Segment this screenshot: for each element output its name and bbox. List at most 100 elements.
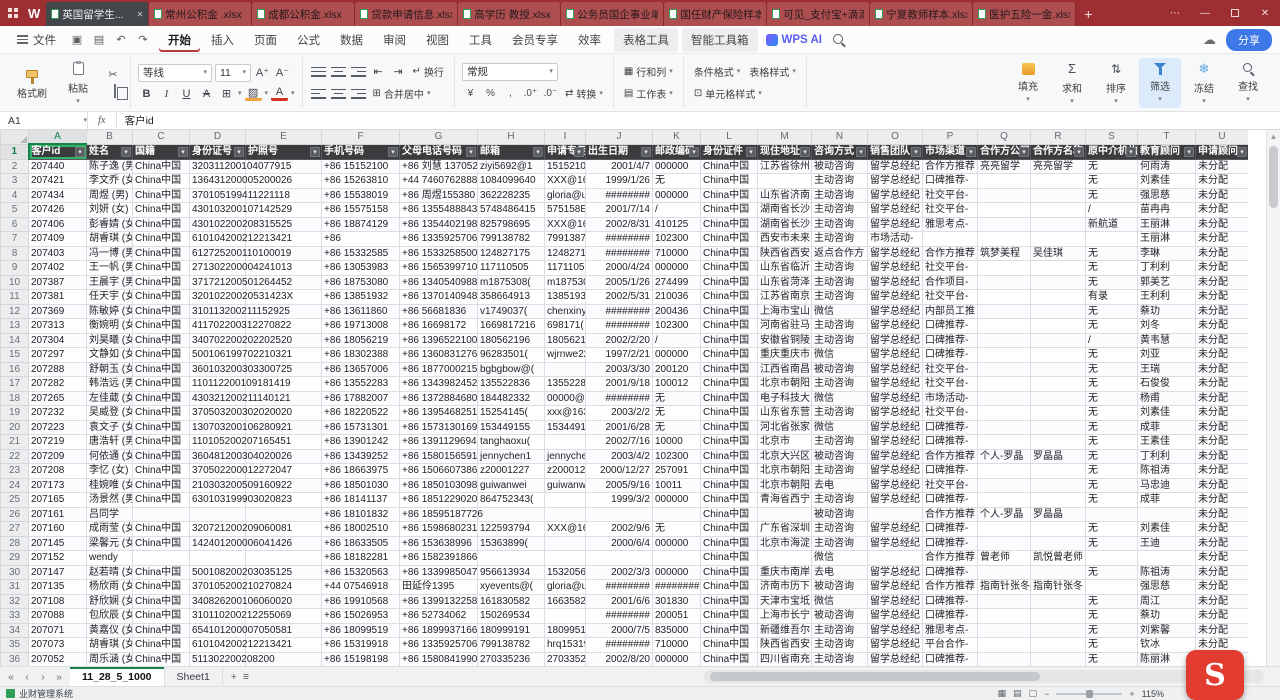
cell-F35[interactable]: +86 15319918: [322, 638, 400, 653]
cell-U8[interactable]: 未分配: [1196, 246, 1249, 261]
cell-H16[interactable]: bgbgbow@(: [478, 362, 545, 377]
cell-F27[interactable]: +86 18002510: [322, 522, 400, 537]
scroll-up-icon[interactable]: ▲: [1267, 130, 1280, 144]
cell-A15[interactable]: 207297: [29, 348, 87, 363]
cell-H28[interactable]: 15363899(: [478, 536, 545, 551]
cell-A12[interactable]: 207369: [29, 304, 87, 319]
cell-F4[interactable]: +86 15538019: [322, 188, 400, 203]
sheet-tab-Sheet1[interactable]: Sheet1: [165, 667, 223, 686]
cell-B20[interactable]: 袁文子 (女: [87, 420, 133, 435]
cell-G26[interactable]: +86 18595187726: [400, 507, 478, 522]
cell-N20[interactable]: 微信: [812, 420, 868, 435]
cell-F16[interactable]: +86 13657006: [322, 362, 400, 377]
cell-O21[interactable]: 留学总经纪: [868, 435, 923, 450]
cell-J33[interactable]: ########: [586, 609, 653, 624]
cell-R17[interactable]: [1031, 377, 1086, 392]
cell-H23[interactable]: z20001227: [478, 464, 545, 479]
cell-G3[interactable]: +44 7460762888: [400, 174, 478, 189]
cell-M28[interactable]: 北京市海淀: [758, 536, 812, 551]
cell-T30[interactable]: 陈祖涛: [1138, 565, 1196, 580]
cell-S6[interactable]: 新航道: [1086, 217, 1138, 232]
cell-T8[interactable]: 李琳: [1138, 246, 1196, 261]
header-cell-U1[interactable]: 申请顾问▾: [1196, 144, 1249, 159]
cell-N8[interactable]: 返点合作方: [812, 246, 868, 261]
cell-F22[interactable]: +86 13439252: [322, 449, 400, 464]
cell-P16[interactable]: 社交平台-: [923, 362, 978, 377]
cell-B2[interactable]: 陈子逸 (男: [87, 159, 133, 174]
cell-D29[interactable]: [190, 551, 246, 566]
cell-P18[interactable]: 市场活动-: [923, 391, 978, 406]
cell-H14[interactable]: 180562196: [478, 333, 545, 348]
cell-R28[interactable]: [1031, 536, 1086, 551]
filter-dropdown-icon[interactable]: ▾: [75, 147, 85, 157]
cell-G4[interactable]: +86 周煜155380: [400, 188, 478, 203]
file-tab[interactable]: 国任财产保险样本...: [664, 2, 767, 26]
filter-dropdown-icon[interactable]: ▾: [1074, 147, 1084, 157]
cell-R2[interactable]: 亮亮留学: [1031, 159, 1086, 174]
cell-M36[interactable]: 四川省南充: [758, 652, 812, 666]
cell-H20[interactable]: 153449155: [478, 420, 545, 435]
cell-F18[interactable]: +86 17882007: [322, 391, 400, 406]
cell-A7[interactable]: 207409: [29, 232, 87, 247]
cell-N6[interactable]: 主动咨询: [812, 217, 868, 232]
cell-S9[interactable]: 无: [1086, 261, 1138, 276]
cell-A9[interactable]: 207402: [29, 261, 87, 276]
cell-F10[interactable]: +86 18753080: [322, 275, 400, 290]
cell-R23[interactable]: [1031, 464, 1086, 479]
cell-L15[interactable]: China中国: [701, 348, 758, 363]
cell-J17[interactable]: 2001/9/18: [586, 377, 653, 392]
cell-M23[interactable]: 北京市朝阳: [758, 464, 812, 479]
cell-Q6[interactable]: [978, 217, 1031, 232]
cell-P19[interactable]: 社交平台-: [923, 406, 978, 421]
cell-F2[interactable]: +86 15152100: [322, 159, 400, 174]
filter-dropdown-icon[interactable]: ▾: [911, 147, 921, 157]
file-tab[interactable]: 常州公积金 .xlsx: [149, 2, 252, 26]
cell-P29[interactable]: 合作方推荐: [923, 551, 978, 566]
cell-J19[interactable]: 2003/2/2: [586, 406, 653, 421]
cell-L19[interactable]: China中国: [701, 406, 758, 421]
cell-F5[interactable]: +86 15575158: [322, 203, 400, 218]
cell-J20[interactable]: 2001/6/28: [586, 420, 653, 435]
cell-O9[interactable]: 留学总经纪: [868, 261, 923, 276]
cell-J36[interactable]: 2002/8/20: [586, 652, 653, 666]
cell-A36[interactable]: 207052: [29, 652, 87, 666]
cell-B9[interactable]: 王一帆 (男: [87, 261, 133, 276]
name-box[interactable]: A1 ▾: [0, 112, 88, 129]
cell-D16[interactable]: 360103200303300725: [190, 362, 246, 377]
cell-T32[interactable]: 周江: [1138, 594, 1196, 609]
cell-S23[interactable]: 无: [1086, 464, 1138, 479]
cell-G36[interactable]: +86 1580841990: [400, 652, 478, 666]
cell-Q17[interactable]: [978, 377, 1031, 392]
row-number-29[interactable]: 29: [1, 551, 29, 566]
cell-A20[interactable]: 207223: [29, 420, 87, 435]
cell-C19[interactable]: China中国: [133, 406, 190, 421]
cell-N2[interactable]: 被动咨询: [812, 159, 868, 174]
cell-D9[interactable]: 271302200004241013: [190, 261, 246, 276]
row-number-20[interactable]: 20: [1, 420, 29, 435]
row-number-18[interactable]: 18: [1, 391, 29, 406]
cell-I8[interactable]: 124827175#: [545, 246, 586, 261]
row-number-22[interactable]: 22: [1, 449, 29, 464]
cell-K4[interactable]: 000000: [653, 188, 701, 203]
cell-A11[interactable]: 207381: [29, 290, 87, 305]
cell-D32[interactable]: 340826200106060020: [190, 594, 246, 609]
cell-D36[interactable]: 511302200208200: [190, 652, 246, 666]
column-letter-G[interactable]: G: [400, 130, 478, 144]
filter-dropdown-icon[interactable]: ▾: [689, 147, 699, 157]
cell-I31[interactable]: gloria@uk#: [545, 580, 586, 595]
cell-O20[interactable]: 留学总经纪: [868, 420, 923, 435]
cell-R24[interactable]: [1031, 478, 1086, 493]
copy-icon[interactable]: [114, 84, 116, 98]
cell-N25[interactable]: 主动咨询: [812, 493, 868, 508]
cell-Q19[interactable]: [978, 406, 1031, 421]
comma-style-icon[interactable]: ,: [502, 86, 519, 102]
filter-dropdown-icon[interactable]: ▾: [641, 147, 651, 157]
cell-U5[interactable]: 未分配: [1196, 203, 1249, 218]
cell-P15[interactable]: 口碑推荐-: [923, 348, 978, 363]
cell-A5[interactable]: 207426: [29, 203, 87, 218]
cell-N4[interactable]: 主动咨询: [812, 188, 868, 203]
cell-A6[interactable]: 207406: [29, 217, 87, 232]
cell-Q16[interactable]: [978, 362, 1031, 377]
filter-dropdown-icon[interactable]: ▾: [234, 147, 244, 157]
sheet-list-icon[interactable]: ≡: [243, 671, 249, 683]
